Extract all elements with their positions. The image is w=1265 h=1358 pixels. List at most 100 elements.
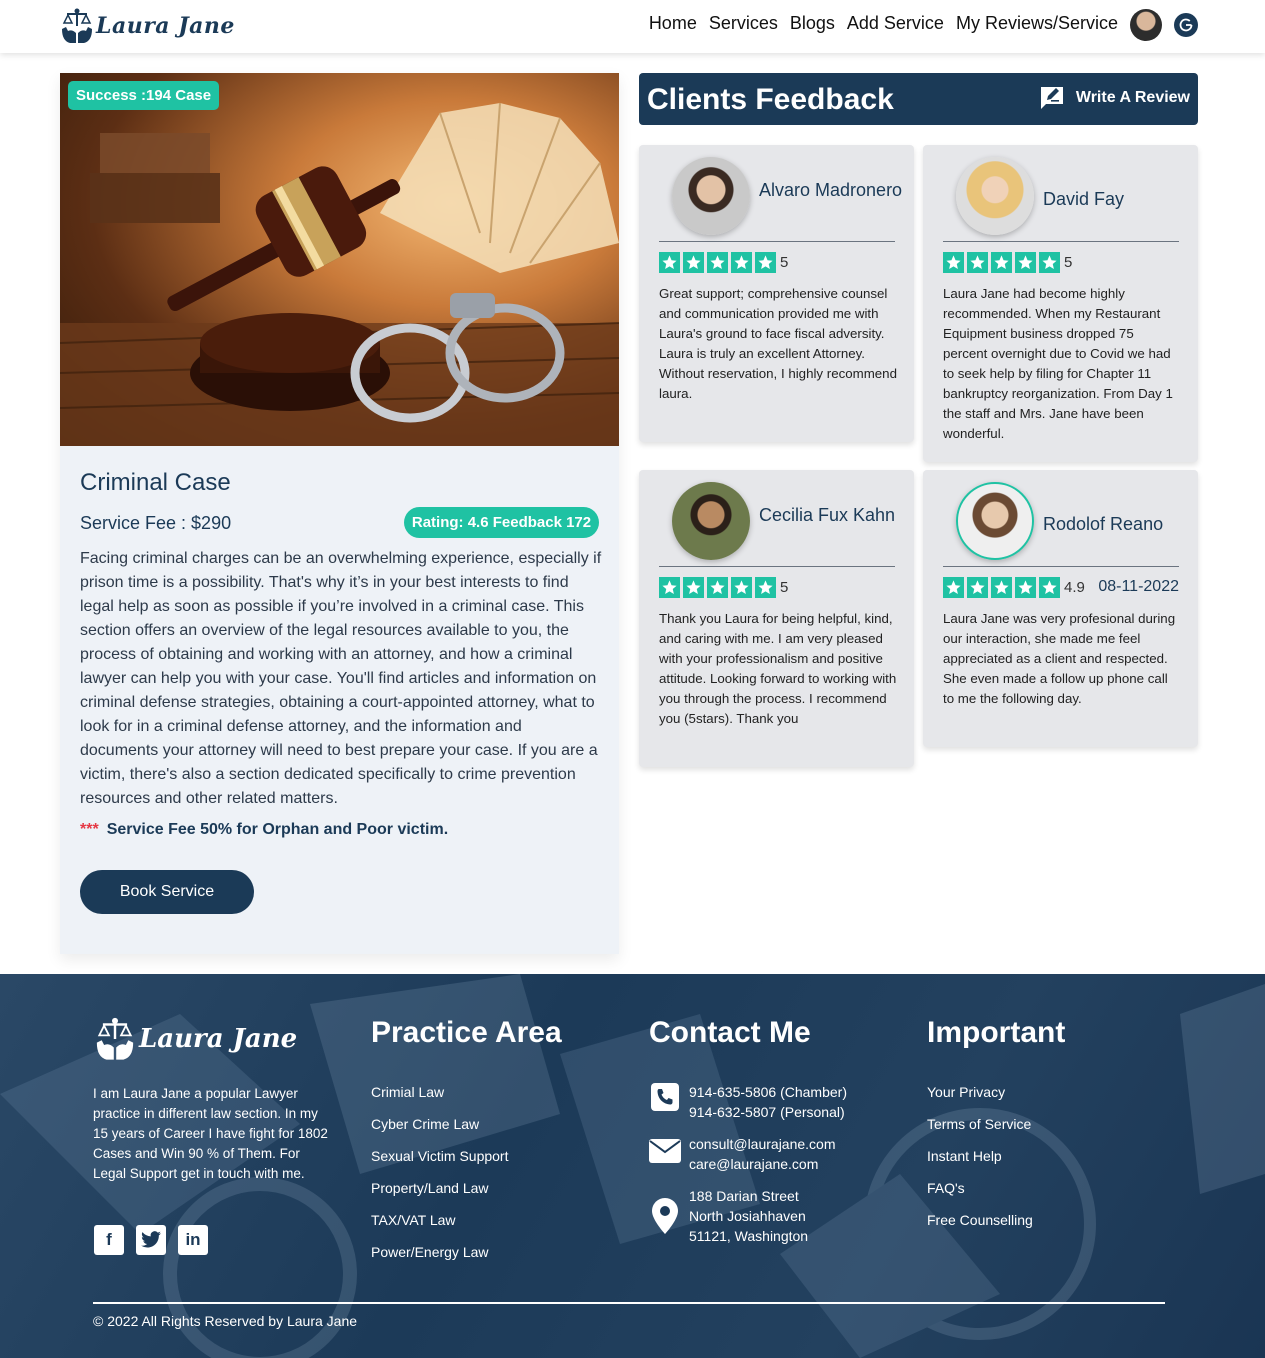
service-note: *** Service Fee 50% for Orphan and Poor v… [80, 821, 448, 839]
important-link[interactable]: Your Privacy [927, 1082, 1033, 1114]
review-divider [659, 566, 895, 567]
star-icon [1015, 252, 1036, 273]
site-footer: Laura Jane I am Laura Jane a popular Law… [0, 974, 1265, 1358]
star-icon [755, 252, 776, 273]
copyright-text: © 2022 All Rights Reserved by Laura Jane [93, 1313, 358, 1329]
logo-text: Laura Jane [96, 13, 235, 39]
rating-score: 5 [780, 254, 789, 271]
book-service-button[interactable]: Book Service [80, 870, 254, 914]
practice-item[interactable]: Property/Land Law [371, 1178, 508, 1210]
gavel-handcuffs-illustration [60, 102, 619, 446]
phone-line[interactable]: 914-635-5806 (Chamber) [689, 1082, 847, 1102]
contact-address: 188 Darian Street North Josiahhaven 5112… [649, 1186, 808, 1246]
important-list: Your Privacy Terms of Service Instant He… [927, 1082, 1033, 1242]
google-logout-icon[interactable] [1174, 13, 1198, 37]
rating-score: 5 [780, 579, 789, 596]
important-link[interactable]: Free Counselling [927, 1210, 1033, 1242]
star-icon [707, 577, 728, 598]
star-icon [731, 252, 752, 273]
star-rating: 5 [943, 252, 1072, 273]
review-text: Great support; comprehensive counsel and… [659, 286, 897, 401]
rating-badge: Rating: 4.6 Feedback 172 [404, 507, 599, 538]
edit-review-icon [1040, 87, 1063, 109]
star-icon [991, 252, 1012, 273]
star-icon [755, 577, 776, 598]
review-divider [659, 241, 895, 242]
nav-home[interactable]: Home [649, 13, 697, 34]
facebook-icon[interactable]: f [94, 1225, 124, 1255]
reviewer-avatar [956, 157, 1034, 235]
practice-item[interactable]: Crimial Law [371, 1082, 508, 1114]
user-avatar[interactable] [1130, 9, 1162, 41]
important-link[interactable]: Terms of Service [927, 1114, 1033, 1146]
footer-divider [93, 1302, 1165, 1304]
review-card: Rodolof Reano 4.9 08-11-2022 Laura Jane … [923, 470, 1198, 747]
star-icon [1039, 252, 1060, 273]
reviewer-name: Rodolof Reano [1043, 514, 1164, 534]
reviewer-name: Cecilia Fux Kahn [759, 505, 896, 525]
nav-services[interactable]: Services [709, 13, 778, 34]
important-title: Important [927, 1016, 1066, 1049]
phone-line[interactable]: 914-632-5807 (Personal) [689, 1102, 847, 1122]
note-text: Service Fee 50% for Orphan and Poor vict… [106, 821, 449, 838]
google-icon [1179, 18, 1193, 32]
address-line: 188 Darian Street [689, 1188, 799, 1204]
footer-logo[interactable]: Laura Jane [93, 1016, 297, 1062]
note-marker: *** [80, 821, 99, 838]
practice-item[interactable]: TAX/VAT Law [371, 1210, 508, 1242]
rating-score: 4.9 [1064, 579, 1085, 596]
star-rating: 5 [659, 577, 788, 598]
reviewer-name: Alvaro Madronero [759, 180, 903, 200]
star-icon [707, 252, 728, 273]
review-divider [943, 241, 1179, 242]
review-text: Laura Jane was very profesional during o… [943, 611, 1176, 706]
important-link[interactable]: Instant Help [927, 1146, 1033, 1178]
star-icon [659, 252, 680, 273]
footer-about: I am Laura Jane a popular Lawyer practic… [93, 1086, 328, 1181]
review-card: Alvaro Madronero 5 Great support; compre… [639, 145, 914, 442]
important-link[interactable]: FAQ's [927, 1178, 1033, 1210]
contact-title: Contact Me [649, 1016, 811, 1049]
review-text: Laura Jane had become highly recommended… [943, 286, 1173, 441]
scales-hands-icon [62, 8, 92, 43]
practice-item[interactable]: Sexual Victim Support [371, 1146, 508, 1178]
practice-item[interactable]: Cyber Crime Law [371, 1114, 508, 1146]
reviewer-avatar [672, 157, 750, 235]
nav-add-service[interactable]: Add Service [847, 13, 944, 34]
star-icon [967, 577, 988, 598]
reviewer-avatar [672, 482, 750, 560]
success-case-badge: Success :194 Case [68, 81, 220, 110]
nav-my-reviews[interactable]: My Reviews/Service [956, 13, 1118, 34]
star-icon [659, 577, 680, 598]
footer-logo-text: Laura Jane [139, 1024, 298, 1054]
write-review-label: Write A Review [1075, 89, 1190, 106]
practice-item[interactable]: Power/Energy Law [371, 1242, 508, 1274]
email-line[interactable]: consult@laurajane.com [689, 1134, 836, 1154]
star-icon [1015, 577, 1036, 598]
feedback-title: Clients Feedback [647, 83, 894, 116]
star-icon [683, 252, 704, 273]
write-review-button[interactable]: Write A Review [1038, 84, 1190, 112]
envelope-icon [649, 1134, 681, 1166]
star-icon [943, 577, 964, 598]
star-icon [731, 577, 752, 598]
email-line[interactable]: care@laurajane.com [689, 1154, 836, 1174]
site-logo[interactable]: Laura Jane [60, 6, 235, 46]
star-rating: 4.9 [943, 577, 1085, 598]
service-fee: Service Fee : $290 [80, 513, 232, 533]
star-rating: 5 [659, 252, 788, 273]
top-navbar: Laura Jane Home Services Blogs Add Servi… [0, 0, 1265, 53]
nav-blogs[interactable]: Blogs [790, 13, 835, 34]
star-icon [967, 252, 988, 273]
reviewer-name: David Fay [1043, 189, 1125, 209]
linkedin-icon[interactable]: in [178, 1225, 208, 1255]
review-card: Cecilia Fux Kahn 5 Thank you Laura for b… [639, 470, 914, 767]
star-icon [991, 577, 1012, 598]
review-text: Thank you Laura for being helpful, kind,… [659, 611, 897, 726]
review-divider [943, 566, 1179, 567]
review-card: David Fay 5 Laura Jane had become highly… [923, 145, 1198, 462]
phone-icon [649, 1082, 681, 1114]
twitter-icon[interactable] [136, 1225, 166, 1255]
address-line: North Josiahhaven [689, 1208, 806, 1224]
scales-hands-icon [96, 1017, 134, 1060]
